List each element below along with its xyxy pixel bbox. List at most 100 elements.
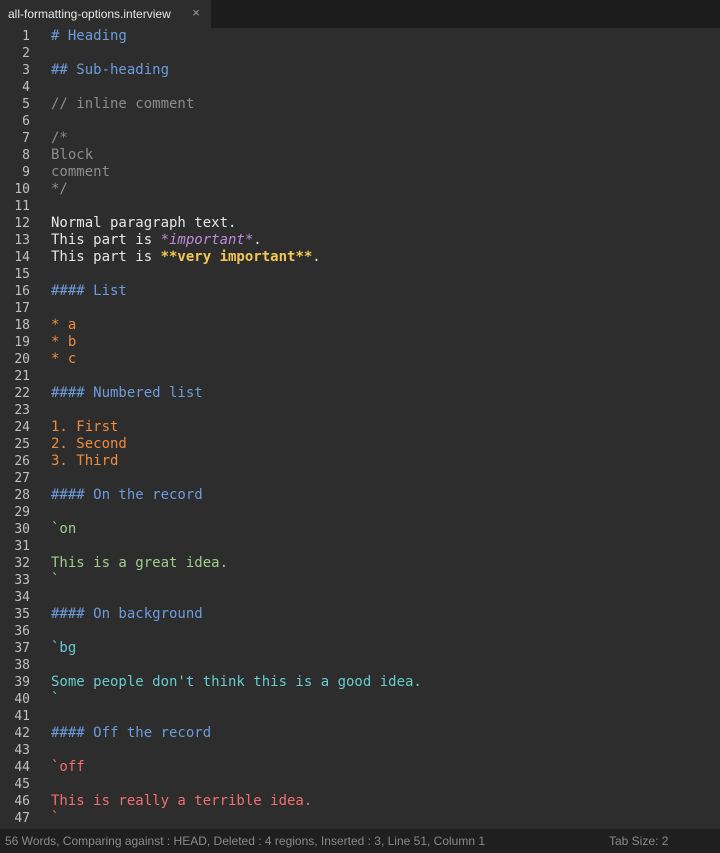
editor-line[interactable]: 9 comment bbox=[0, 164, 720, 181]
editor-line[interactable]: 38 bbox=[0, 657, 720, 674]
editor-line[interactable]: 2 bbox=[0, 45, 720, 62]
code-editor[interactable]: 1 # Heading 2 3 ## Sub-heading 4 5// inline co… bbox=[0, 28, 720, 829]
line-number: 7 bbox=[22, 131, 30, 146]
line-code: */ bbox=[51, 181, 68, 198]
editor-line[interactable]: 10 */ bbox=[0, 181, 720, 198]
editor-line[interactable]: 29 bbox=[0, 504, 720, 521]
status-bar: 56 Words, Comparing against : HEAD, Dele… bbox=[0, 829, 720, 853]
line-code: 1. First bbox=[51, 419, 118, 436]
editor-line[interactable]: 14 This part is **very important**. bbox=[0, 249, 720, 266]
editor-line[interactable]: 18 * a bbox=[0, 317, 720, 334]
editor-line[interactable]: 19 * b bbox=[0, 334, 720, 351]
editor-line[interactable]: 45 bbox=[0, 776, 720, 793]
line-number: 26 bbox=[14, 454, 30, 469]
code-token: This part is bbox=[51, 232, 161, 248]
line-number: 18 bbox=[14, 318, 30, 333]
line-code: `off bbox=[51, 759, 85, 776]
editor-line[interactable]: 32 This is a great idea. bbox=[0, 555, 720, 572]
code-token: * b bbox=[51, 334, 77, 350]
editor-line[interactable]: 33 ` bbox=[0, 572, 720, 589]
editor-line[interactable]: 7 /* bbox=[0, 130, 720, 147]
editor-line[interactable]: 13 This part is *important*. bbox=[0, 232, 720, 249]
line-code: Block bbox=[51, 147, 93, 164]
editor-line[interactable]: 5 // inline comment bbox=[0, 96, 720, 113]
code-token: #### On background bbox=[51, 606, 203, 622]
editor-line[interactable]: 15 bbox=[0, 266, 720, 283]
code-token: This is a great idea. bbox=[51, 555, 229, 571]
line-code: This part is **very important**. bbox=[51, 249, 321, 266]
editor-line[interactable]: 22 #### Numbered list bbox=[0, 385, 720, 402]
editor-line[interactable]: 39 Some people don't think this is a good… bbox=[0, 674, 720, 691]
editor-line[interactable]: 23 bbox=[0, 402, 720, 419]
editor-line[interactable]: 47 ` bbox=[0, 810, 720, 827]
line-code: This is really a terrible idea. bbox=[51, 793, 312, 810]
editor-line[interactable]: 34 bbox=[0, 589, 720, 606]
editor-line[interactable]: 12 Normal paragraph text. bbox=[0, 215, 720, 232]
code-token: #### List bbox=[51, 283, 127, 299]
editor-line[interactable]: 37 `bg bbox=[0, 640, 720, 657]
line-number: 24 bbox=[14, 420, 30, 435]
line-number: 2 bbox=[22, 46, 30, 61]
line-number: 14 bbox=[14, 250, 30, 265]
line-number: 12 bbox=[14, 216, 30, 231]
close-icon[interactable]: × bbox=[190, 6, 202, 19]
editor-line[interactable]: 41 bbox=[0, 708, 720, 725]
code-token: // inline comment bbox=[51, 96, 195, 112]
line-number: 25 bbox=[14, 437, 30, 452]
editor-line[interactable]: 30 `on bbox=[0, 521, 720, 538]
code-token: 1. First bbox=[51, 419, 119, 435]
editor-line[interactable]: 35 #### On background bbox=[0, 606, 720, 623]
editor-line[interactable]: 6 bbox=[0, 113, 720, 130]
line-number: 15 bbox=[14, 267, 30, 282]
editor-line[interactable]: 27 bbox=[0, 470, 720, 487]
line-number: 46 bbox=[14, 794, 30, 809]
editor-line[interactable]: 36 bbox=[0, 623, 720, 640]
editor-window: all-formatting-options.interview × 1 # He… bbox=[0, 0, 720, 853]
editor-line[interactable]: 4 bbox=[0, 79, 720, 96]
editor-line[interactable]: 8 Block bbox=[0, 147, 720, 164]
line-number: 23 bbox=[14, 403, 30, 418]
line-number: 21 bbox=[14, 369, 30, 384]
code-token: * a bbox=[51, 317, 77, 333]
line-number: 4 bbox=[22, 80, 30, 95]
editor-line[interactable]: 43 bbox=[0, 742, 720, 759]
editor-line[interactable]: 21 bbox=[0, 368, 720, 385]
editor-line[interactable]: 24 1. First bbox=[0, 419, 720, 436]
editor-line[interactable]: 31 bbox=[0, 538, 720, 555]
code-token: ` bbox=[51, 810, 60, 826]
tab-bar: all-formatting-options.interview × bbox=[0, 0, 720, 28]
line-number: 29 bbox=[14, 505, 30, 520]
line-code: #### On background bbox=[51, 606, 203, 623]
code-token: Block bbox=[51, 147, 94, 163]
tab-all-formatting-options[interactable]: all-formatting-options.interview × bbox=[0, 0, 211, 28]
code-token: comment bbox=[51, 164, 111, 180]
tab-title: all-formatting-options.interview bbox=[8, 7, 171, 21]
code-token: #### Numbered list bbox=[51, 385, 203, 401]
editor-line[interactable]: 44 `off bbox=[0, 759, 720, 776]
editor-line[interactable]: 28 #### On the record bbox=[0, 487, 720, 504]
line-number: 10 bbox=[14, 182, 30, 197]
editor-line[interactable]: 1 # Heading bbox=[0, 28, 720, 45]
line-number: 28 bbox=[14, 488, 30, 503]
code-token: #### On the record bbox=[51, 487, 203, 503]
line-code: This is a great idea. bbox=[51, 555, 228, 572]
editor-line[interactable]: 42 #### Off the record bbox=[0, 725, 720, 742]
editor-line[interactable]: 17 bbox=[0, 300, 720, 317]
editor-line[interactable]: 25 2. Second bbox=[0, 436, 720, 453]
editor-line[interactable]: 16 #### List bbox=[0, 283, 720, 300]
line-code: #### Off the record bbox=[51, 725, 211, 742]
tab-size-indicator[interactable]: Tab Size: 2 bbox=[609, 829, 668, 853]
line-number: 38 bbox=[14, 658, 30, 673]
editor-line[interactable]: 11 bbox=[0, 198, 720, 215]
editor-line[interactable]: 26 3. Third bbox=[0, 453, 720, 470]
editor-line[interactable]: 20 * c bbox=[0, 351, 720, 368]
line-number: 11 bbox=[14, 199, 30, 214]
editor-line[interactable]: 40 ` bbox=[0, 691, 720, 708]
line-number: 43 bbox=[14, 743, 30, 758]
code-token: ` bbox=[51, 691, 60, 707]
editor-line[interactable]: 46 This is really a terrible idea. bbox=[0, 793, 720, 810]
code-token: #### Off the record bbox=[51, 725, 212, 741]
line-number: 6 bbox=[22, 114, 30, 129]
editor-line[interactable]: 3 ## Sub-heading bbox=[0, 62, 720, 79]
line-number: 47 bbox=[14, 811, 30, 826]
